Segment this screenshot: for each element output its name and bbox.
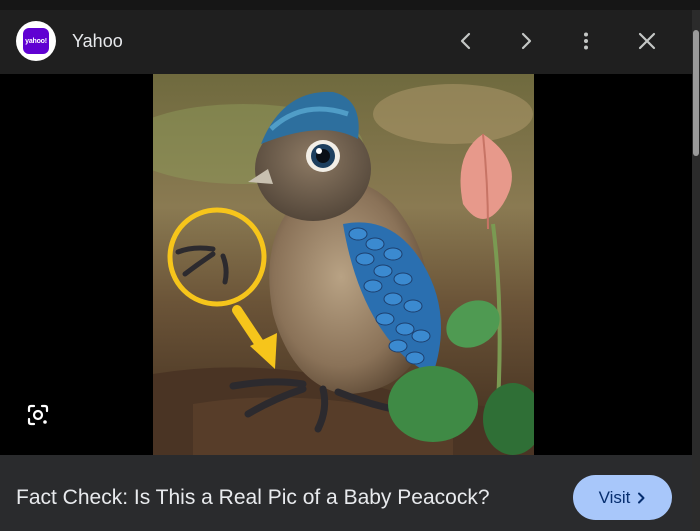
more-options-button[interactable] [567, 22, 605, 60]
google-lens-icon [27, 404, 49, 426]
image-info-bar: Fact Check: Is This a Real Pic of a Baby… [0, 455, 692, 531]
scrollbar-thumb[interactable] [693, 30, 699, 156]
top-strip [0, 0, 700, 10]
chevron-right-icon [521, 32, 532, 50]
image-title[interactable]: Fact Check: Is This a Real Pic of a Baby… [16, 486, 490, 510]
more-vert-icon [584, 32, 588, 50]
previous-button[interactable] [447, 22, 485, 60]
next-button[interactable] [507, 22, 545, 60]
chevron-right-icon [638, 492, 645, 503]
baby-peacock-image [153, 74, 534, 455]
scrollbar[interactable] [692, 10, 700, 531]
visit-button[interactable]: Visit [573, 475, 672, 520]
visit-button-label: Visit [598, 487, 631, 507]
image-viewer [0, 74, 692, 455]
chevron-left-icon [460, 32, 471, 50]
preview-image[interactable] [153, 74, 534, 455]
close-button[interactable] [628, 22, 666, 60]
viewer-header: yahoo! Yahoo [0, 10, 692, 74]
google-lens-button[interactable] [20, 397, 56, 433]
close-icon [638, 32, 656, 50]
source-logo[interactable]: yahoo! [16, 21, 56, 61]
source-name[interactable]: Yahoo [72, 31, 123, 52]
yahoo-logo: yahoo! [23, 28, 49, 54]
